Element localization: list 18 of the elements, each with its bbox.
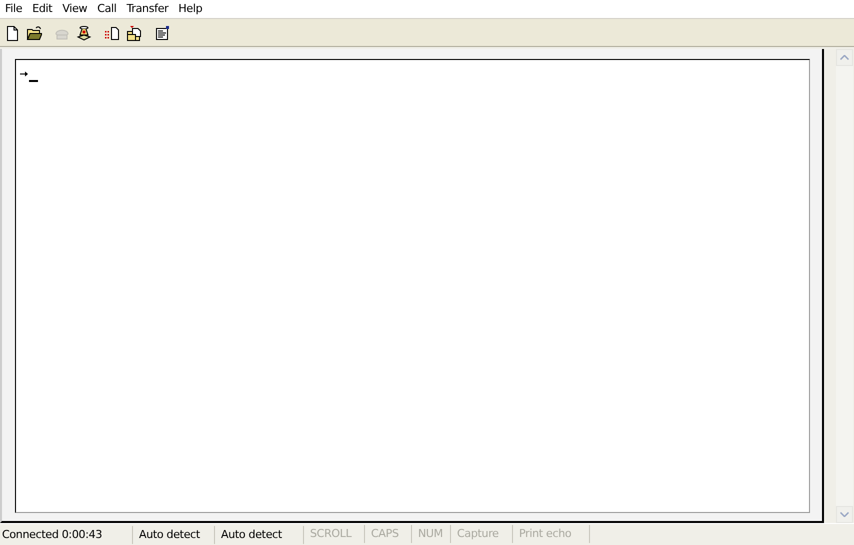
status-panel: SCROLL: [308, 525, 365, 543]
arrow-icon: [20, 71, 28, 77]
menu-item[interactable]: Help: [173, 1, 208, 17]
menu-item[interactable]: View: [57, 1, 92, 17]
status-panel: Connected 0:00:43: [0, 526, 133, 544]
status-panel: Auto detect: [219, 526, 304, 544]
status-panel: CAPS: [369, 525, 412, 543]
menu-item[interactable]: File: [0, 1, 28, 17]
status-panel: Capture: [455, 525, 513, 543]
status-panel: Auto detect: [137, 526, 215, 544]
menu-item[interactable]: Transfer: [122, 1, 174, 17]
status-panel: Print echo: [517, 525, 590, 543]
menu-item[interactable]: Call: [92, 1, 122, 17]
caret-down-icon: [840, 512, 849, 517]
menu-item[interactable]: Edit: [27, 1, 58, 17]
status-panel: NUM: [416, 525, 451, 543]
caret-up-icon: [840, 55, 849, 60]
text-cursor: [29, 80, 38, 82]
